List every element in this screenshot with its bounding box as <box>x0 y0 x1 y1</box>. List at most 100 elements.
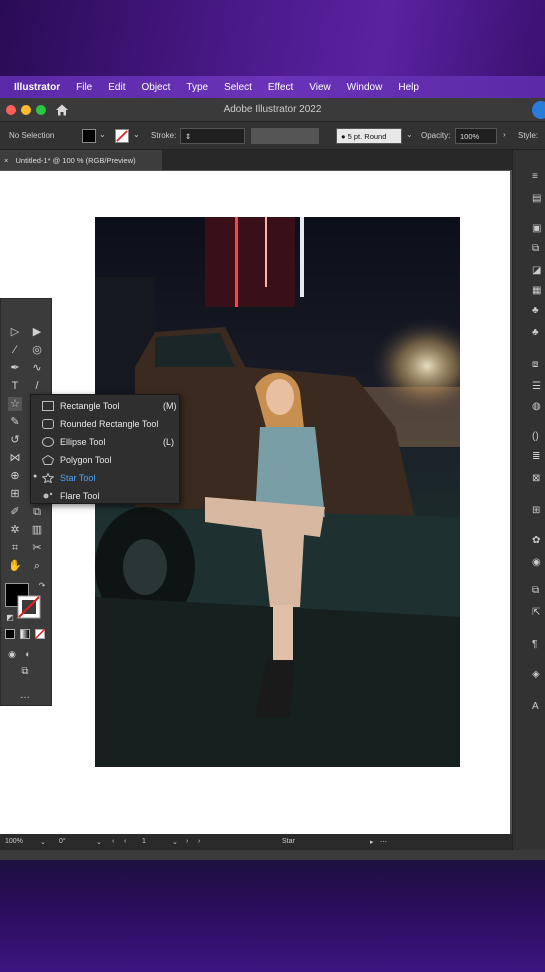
width-tool-icon[interactable]: ⋈ <box>8 451 22 465</box>
paragraph-icon[interactable]: ≣ <box>532 452 544 462</box>
menu-select[interactable]: Select <box>216 82 260 93</box>
direct-selection-tool-icon[interactable]: ▶ <box>30 325 44 339</box>
share-button[interactable] <box>532 101 545 119</box>
grid-icon[interactable]: ⊞ <box>532 506 544 516</box>
fill-swatch[interactable] <box>82 129 96 143</box>
last-artboard-icon[interactable]: › <box>198 838 200 845</box>
export-icon[interactable]: ⇱ <box>532 608 544 618</box>
transform-icon[interactable]: ⧈ <box>532 360 544 370</box>
paragraph-styles-icon[interactable]: ¶ <box>532 640 544 650</box>
magic-wand-tool-icon[interactable]: ⁄ <box>8 343 22 357</box>
mesh-tool-icon[interactable]: ⊞ <box>8 487 22 501</box>
comments-icon[interactable]: ▤ <box>532 194 544 204</box>
change-screen-mode-icon[interactable]: ⧉ <box>18 665 32 679</box>
menu-help[interactable]: Help <box>390 82 427 93</box>
default-colors-icon[interactable]: ◩ <box>3 611 17 625</box>
eyedropper-tool-icon[interactable]: ✐ <box>8 505 22 519</box>
menu-file[interactable]: File <box>68 82 100 93</box>
graph-tool-icon[interactable]: ▥ <box>30 523 44 537</box>
flyout-item-rectangle[interactable]: Rectangle Tool (M) <box>31 397 181 415</box>
gradient-mode-icon[interactable] <box>20 629 30 639</box>
character-icon[interactable]: A <box>532 702 544 712</box>
edit-toolbar-icon[interactable]: … <box>18 689 32 703</box>
color-mode-icon[interactable] <box>5 629 15 639</box>
libraries-icon[interactable]: ▣ <box>532 224 544 234</box>
properties-icon[interactable]: ≡ <box>532 172 544 182</box>
zoom-dropdown-icon[interactable]: ⌄ <box>40 838 46 846</box>
stroke-color-swatch[interactable] <box>17 595 41 619</box>
variable-width-field[interactable] <box>251 128 319 144</box>
fill-dropdown-icon[interactable]: ⌄ <box>99 130 106 139</box>
lasso-tool-icon[interactable]: ◎ <box>30 343 44 357</box>
appearance-icon[interactable]: ✿ <box>532 536 544 546</box>
app-menu[interactable]: Illustrator <box>0 82 68 93</box>
none-mode-icon[interactable] <box>35 629 45 639</box>
selection-tool-icon[interactable]: ▷ <box>8 325 22 339</box>
menu-edit[interactable]: Edit <box>100 82 133 93</box>
glyphs-icon[interactable]: () <box>532 432 544 442</box>
artboard-dropdown-icon[interactable]: ⌄ <box>172 838 178 846</box>
swap-colors-icon[interactable]: ↷ <box>35 579 49 593</box>
brush-definition-field[interactable]: ● 5 pt. Round <box>336 128 402 144</box>
rotation-dropdown-icon[interactable]: ⌄ <box>96 838 102 846</box>
flyout-item-polygon[interactable]: Polygon Tool <box>31 451 181 469</box>
symbol-sprayer-tool-icon[interactable]: ✲ <box>8 523 22 537</box>
links-icon[interactable]: ⧉ <box>532 244 544 254</box>
opentype-icon[interactable]: ⊠ <box>532 474 544 484</box>
next-artboard-icon[interactable]: › <box>186 838 188 845</box>
flyout-item-rounded-rectangle[interactable]: Rounded Rectangle Tool <box>31 415 181 433</box>
document-tab[interactable]: × Untitled-1* @ 100 % (RGB/Preview) <box>0 150 162 170</box>
status-menu-icon[interactable]: ⋯ <box>380 838 387 846</box>
align-icon[interactable]: ☰ <box>532 382 544 392</box>
flyout-item-star[interactable]: ● Star Tool <box>31 469 181 487</box>
flyout-item-ellipse[interactable]: Ellipse Tool (L) <box>31 433 181 451</box>
close-tab-icon[interactable]: × <box>4 156 8 165</box>
status-arrow-icon[interactable]: ▸ <box>370 838 374 846</box>
prev-artboard-icon[interactable]: ‹ <box>124 838 126 845</box>
opacity-arrow-icon[interactable]: › <box>503 130 506 139</box>
rounded-rectangle-icon <box>42 419 54 429</box>
color-guide-icon[interactable]: ◉ <box>532 558 544 568</box>
stroke-weight-field[interactable]: ⇕ <box>180 128 245 144</box>
shape-tool-icon[interactable]: ☆ <box>8 397 22 411</box>
horizontal-scrollbar[interactable] <box>0 850 545 860</box>
menu-window[interactable]: Window <box>339 82 391 93</box>
blend-tool-icon[interactable]: ⧉ <box>30 505 44 519</box>
brush-dropdown-icon[interactable]: ⌄ <box>406 130 413 139</box>
shape-builder-tool-icon[interactable]: ⊕ <box>8 469 22 483</box>
rotation-value[interactable]: 0° <box>59 838 66 845</box>
paintbrush-tool-icon[interactable]: ✎ <box>8 415 22 429</box>
shape-tools-flyout: Rectangle Tool (M) Rounded Rectangle Too… <box>30 394 180 504</box>
artboard-number[interactable]: 1 <box>142 838 146 845</box>
curvature-tool-icon[interactable]: ∿ <box>30 361 44 375</box>
stroke-none-swatch[interactable] <box>115 129 129 143</box>
rotate-tool-icon[interactable]: ↺ <box>8 433 22 447</box>
pen-tool-icon[interactable]: ✒ <box>8 361 22 375</box>
artboard-tool-icon[interactable]: ⌗ <box>8 541 22 555</box>
first-artboard-icon[interactable]: ‹ <box>112 838 114 845</box>
image-trace-icon[interactable]: ◪ <box>532 266 544 276</box>
screen-mode-icon[interactable]: ◐ <box>21 647 35 661</box>
flyout-item-flare[interactable]: Flare Tool <box>31 487 181 505</box>
opacity-field[interactable]: 100% <box>455 128 497 144</box>
symbols-icon[interactable]: ♣ <box>532 306 544 316</box>
line-tool-icon[interactable]: / <box>30 379 44 393</box>
artboards-icon[interactable]: ⧉ <box>532 586 544 596</box>
stroke-dropdown-icon[interactable]: ⌄ <box>133 130 140 139</box>
menu-object[interactable]: Object <box>133 82 178 93</box>
zoom-tool-icon[interactable]: ⌕ <box>30 559 44 573</box>
pathfinder-icon[interactable]: ◍ <box>532 402 544 412</box>
clubs-icon[interactable]: ♣ <box>532 328 544 338</box>
menu-view[interactable]: View <box>301 82 339 93</box>
menu-type[interactable]: Type <box>178 82 216 93</box>
type-tool-icon[interactable]: T <box>8 379 22 393</box>
zoom-level[interactable]: 100% <box>5 838 23 845</box>
menu-effect[interactable]: Effect <box>260 82 301 93</box>
slice-tool-icon[interactable]: ✂ <box>30 541 44 555</box>
asset-export-icon[interactable]: ▦ <box>532 286 544 296</box>
document-tab-label: Untitled-1* @ 100 % (RGB/Preview) <box>15 156 136 165</box>
hand-tool-icon[interactable]: ✋ <box>8 559 22 573</box>
draw-normal-icon[interactable]: ◉ <box>5 647 19 661</box>
layers-icon[interactable]: ◈ <box>532 670 544 680</box>
flyout-item-label: Rounded Rectangle Tool <box>60 419 159 429</box>
